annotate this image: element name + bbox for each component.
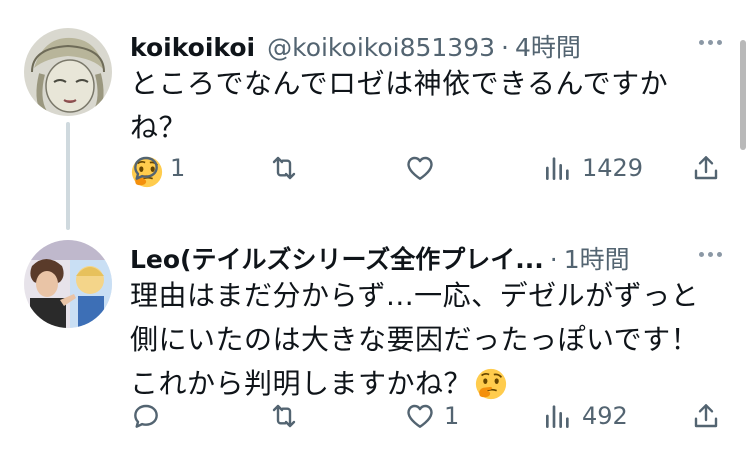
views-button[interactable]: 492 — [542, 400, 628, 432]
retweet-button[interactable] — [268, 152, 300, 184]
more-options-button[interactable] — [699, 252, 722, 257]
reply-button[interactable] — [130, 400, 170, 432]
retweet-button[interactable] — [268, 400, 300, 432]
tweet-actions: 1 492 — [0, 400, 750, 440]
view-count: 1429 — [582, 154, 644, 182]
reply-count: 1 — [170, 154, 186, 182]
tweet-header: koikoikoi @koikoikoi851393 · 4時間 — [130, 28, 581, 64]
tweet-text-line: 理由はまだ分からず...一応、デゼルがずっと — [130, 279, 700, 312]
views-button[interactable]: 1429 — [542, 152, 643, 184]
like-button[interactable] — [404, 152, 436, 184]
tweet-header: Leo(テイルズシリーズ全作プレイ... · 1時間 — [130, 240, 630, 276]
timestamp[interactable]: 1時間 — [564, 240, 630, 276]
view-count: 492 — [582, 402, 628, 430]
separator-dot: · — [501, 33, 509, 62]
share-icon — [694, 404, 718, 428]
tweet-text-line: ところでなんでロゼは神依できるんですかね？ — [130, 67, 669, 144]
reply-icon — [134, 404, 158, 428]
separator-dot: · — [549, 245, 558, 274]
share-button[interactable] — [690, 400, 722, 432]
user-handle[interactable]: @koikoikoi851393 — [267, 33, 495, 62]
tweet[interactable]: Leo(テイルズシリーズ全作プレイ... · 1時間 理由はまだ分からず...一… — [0, 220, 750, 476]
analytics-icon — [546, 157, 569, 180]
like-count: 1 — [444, 402, 460, 430]
tweet-text: 理由はまだ分からず...一応、デゼルがずっと 側にいたのは大きな要因だったっぽい… — [130, 274, 710, 406]
avatar[interactable] — [24, 28, 112, 116]
heart-icon — [407, 156, 433, 180]
thinking-face-icon — [474, 367, 508, 401]
tweet[interactable]: koikoikoi @koikoikoi851393 · 4時間 ところでなんで… — [0, 0, 750, 220]
reply-button[interactable]: 1 — [130, 152, 185, 184]
avatar[interactable] — [24, 240, 112, 328]
retweet-icon — [272, 156, 296, 180]
display-name[interactable]: Leo(テイルズシリーズ全作プレイ... — [130, 240, 544, 276]
like-button[interactable]: 1 — [404, 400, 459, 432]
more-options-button[interactable] — [699, 40, 722, 45]
scrollbar[interactable] — [740, 40, 746, 150]
reply-icon — [134, 156, 158, 180]
share-icon — [694, 156, 718, 180]
tweet-actions: 1 1429 — [0, 152, 750, 192]
display-name[interactable]: koikoikoi — [130, 33, 255, 62]
analytics-icon — [546, 405, 569, 428]
heart-icon — [407, 404, 433, 428]
retweet-icon — [272, 404, 296, 428]
tweet-text-line: 側にいたのは大きな要因だったっぽいです！ — [130, 323, 700, 356]
share-button[interactable] — [690, 152, 722, 184]
timestamp[interactable]: 4時間 — [515, 28, 581, 64]
